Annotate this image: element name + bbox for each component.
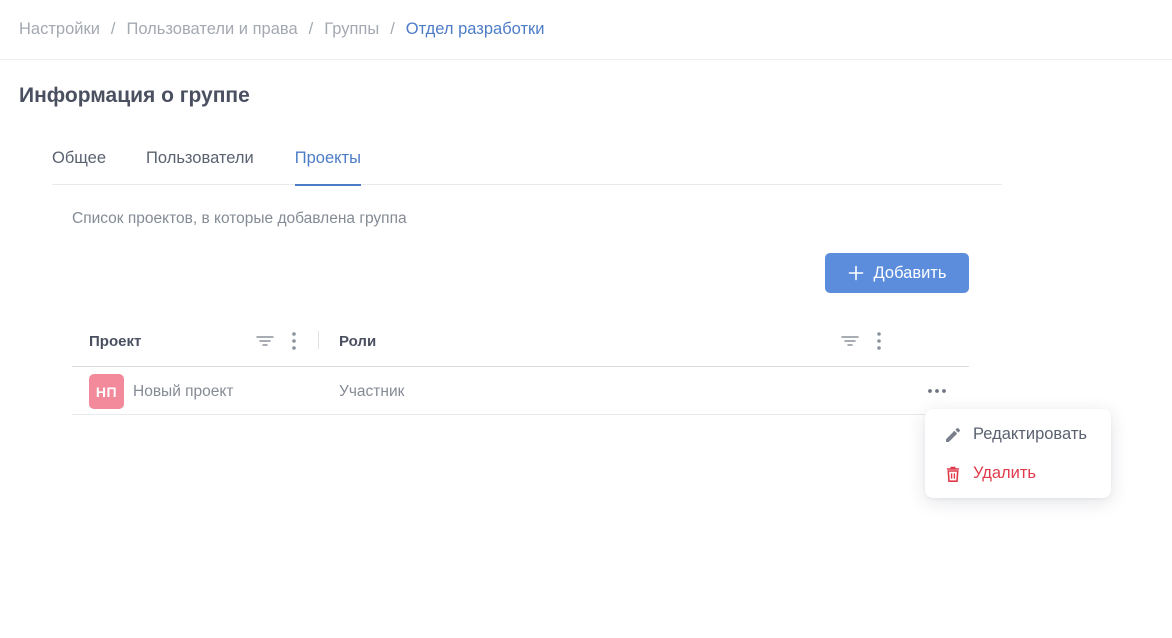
project-role: Участник (339, 383, 405, 400)
projects-table: Проект Роли НП Новый проект Участник (72, 317, 969, 415)
menu-item-delete[interactable]: Удалить (925, 454, 1111, 493)
column-menu-icon[interactable] (285, 331, 303, 351)
filter-icon[interactable] (841, 331, 859, 351)
tab-projects[interactable]: Проекты (294, 136, 362, 186)
tab-users[interactable]: Пользователи (146, 136, 254, 185)
app-root: Настройки / Пользователи и права / Групп… (0, 0, 1172, 638)
add-button-label: Добавить (873, 263, 947, 282)
breadcrumb-separator: / (110, 20, 116, 38)
more-horizontal-icon[interactable] (925, 381, 949, 401)
breadcrumb-item-groups[interactable]: Группы (324, 20, 379, 39)
column-header-roles: Роли (339, 333, 377, 350)
row-action-menu: Редактировать Удалить (925, 409, 1111, 498)
section-description: Список проектов, в которые добавлена гру… (72, 210, 407, 227)
tab-bar: Общее Пользователи Проекты (52, 136, 1002, 186)
filter-icon[interactable] (256, 331, 274, 351)
breadcrumb-separator: / (390, 20, 395, 38)
project-name: Новый проект (133, 383, 234, 400)
breadcrumb-separator: / (308, 20, 314, 38)
column-divider[interactable] (318, 331, 319, 349)
breadcrumb-item-settings[interactable]: Настройки (19, 20, 100, 39)
breadcrumb-item-users-rights[interactable]: Пользователи и права (127, 20, 298, 39)
breadcrumb: Настройки / Пользователи и права / Групп… (0, 0, 1172, 60)
table-row[interactable]: НП Новый проект Участник (72, 367, 969, 415)
plus-icon (848, 265, 863, 281)
table-header: Проект Роли (72, 317, 969, 367)
trash-icon (947, 466, 959, 482)
pencil-icon (946, 427, 960, 442)
menu-item-delete-label: Удалить (973, 464, 1036, 482)
add-button[interactable]: Добавить (825, 253, 969, 293)
page-title: Информация о группе (19, 84, 250, 107)
project-avatar: НП (89, 374, 124, 409)
column-header-project: Проект (89, 333, 142, 350)
menu-item-edit-label: Редактировать (973, 425, 1087, 443)
breadcrumb-item-current: Отдел разработки (405, 20, 545, 38)
column-menu-icon[interactable] (870, 331, 888, 351)
tab-general[interactable]: Общее (52, 136, 106, 185)
menu-item-edit[interactable]: Редактировать (925, 415, 1111, 454)
